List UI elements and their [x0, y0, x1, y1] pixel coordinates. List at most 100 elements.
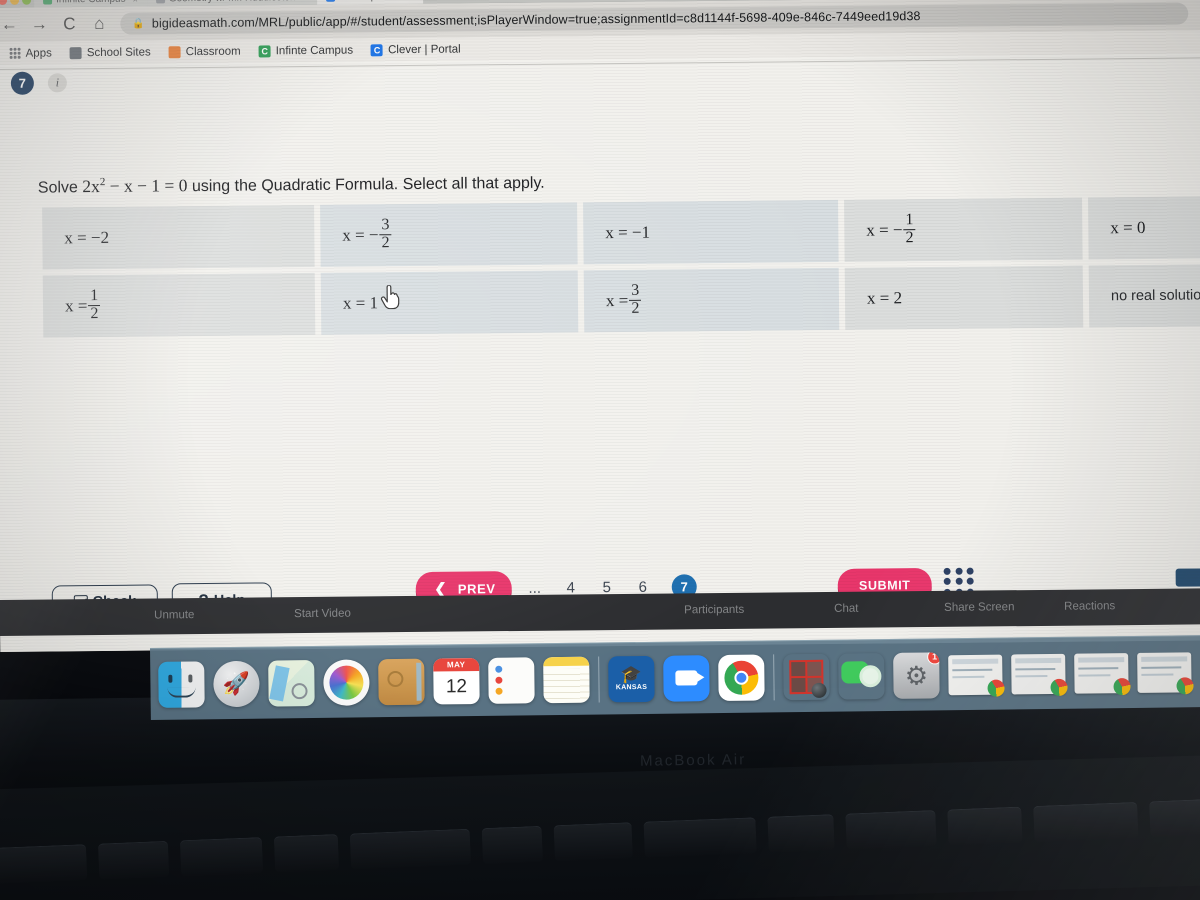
dock-icon-chrome[interactable]: [718, 653, 765, 701]
choice-label: x = 2: [866, 288, 903, 308]
dock-icon-contacts[interactable]: [378, 658, 425, 705]
dock-icon-messages[interactable]: [838, 653, 885, 700]
bookmark-classroom[interactable]: Classroom: [160, 45, 250, 58]
photo-of-laptop-screen: MacBook Air Infinite Campus × Geometry w/ …: [0, 0, 1200, 900]
dock-minimized-window[interactable]: [1011, 653, 1068, 696]
answer-choice-c5[interactable]: x = 0: [1088, 195, 1200, 260]
answer-choice-c3[interactable]: x = −1: [583, 199, 839, 265]
menu-dot: [955, 578, 963, 586]
dock-separator: [598, 656, 600, 703]
answer-choice-c8[interactable]: x = 32: [583, 267, 840, 333]
window-minimize-light[interactable]: [10, 0, 20, 5]
question-number-badge: 7: [10, 71, 34, 95]
fraction-numerator: 3: [381, 216, 390, 234]
answer-choice-c10[interactable]: no real solution: [1088, 263, 1200, 328]
menu-dot: [955, 567, 963, 575]
zoom-control-participants[interactable]: Participants: [684, 604, 744, 617]
forward-icon[interactable]: →: [24, 9, 54, 39]
dock-separator: [773, 653, 775, 700]
submit-button-label: SUBMIT: [858, 577, 911, 593]
keyboard-key: [0, 844, 88, 884]
keyboard-key: [349, 828, 472, 870]
prompt-equation-b: − x − 1 = 0: [105, 175, 188, 196]
answer-choice-c6[interactable]: x = 12: [42, 272, 316, 338]
dock-icon-launchpad[interactable]: 🚀: [213, 660, 260, 707]
choice-fraction: 32: [379, 216, 392, 252]
dock-icon-system-preferences[interactable]: ⚙ 1: [893, 651, 940, 699]
tab-close-icon[interactable]: ×: [302, 0, 307, 3]
dock-badge: 1: [927, 651, 940, 665]
prompt-equation-a: 2x: [82, 175, 100, 197]
zoom-control-unmute[interactable]: Unmute: [154, 609, 194, 621]
folder-icon: [69, 46, 82, 59]
tab-title: Geometry w/ Mr. Huddleston: [169, 0, 296, 4]
edge-widget-bar[interactable]: [1175, 568, 1200, 587]
dock-icon-notes[interactable]: [543, 656, 590, 703]
macos-dock: 🚀 MAY 12 🎓 KANSAS ⚙ 1: [150, 634, 1200, 720]
dock-icon-zoom[interactable]: [663, 654, 710, 702]
macbook-air-label: MacBook Air: [639, 751, 747, 770]
home-icon[interactable]: ⌂: [84, 9, 114, 39]
choice-label: x = −1: [605, 222, 651, 243]
info-icon[interactable]: i: [47, 73, 67, 93]
keyboard-key: [1149, 798, 1200, 838]
window-zoom-light[interactable]: [22, 0, 32, 5]
tab-favicon-icon: [325, 0, 335, 2]
choice-label: no real solution: [1110, 287, 1200, 305]
reload-icon[interactable]: C: [54, 9, 84, 39]
fraction-denominator: 2: [903, 228, 916, 247]
dock-icon-maps[interactable]: [268, 659, 315, 707]
address-bar[interactable]: 🔒 bigideasmath.com/MRL/public/app/#/stud…: [120, 2, 1189, 35]
bookmark-clever-portal[interactable]: C Clever | Portal: [362, 43, 470, 56]
keyboard-key: [553, 822, 633, 862]
bookmark-apps[interactable]: Apps: [1, 47, 61, 60]
dock-icon-photos[interactable]: [323, 658, 370, 706]
answer-choice-c1[interactable]: x = −2: [42, 204, 315, 270]
bookmark-label: Infinte Campus: [275, 44, 354, 57]
infinite-campus-icon: C: [258, 44, 271, 57]
dock-icon-calendar[interactable]: MAY 12: [433, 657, 480, 705]
dock-minimized-window[interactable]: [1137, 651, 1194, 694]
answer-choice-grid: x = −2 x = −3 2 x = −1 x = −1 2 x = 0x = 12x =…: [42, 195, 1200, 338]
tab-close-icon[interactable]: ×: [133, 0, 138, 4]
tab-title: Infinite Campus: [56, 0, 126, 5]
answer-choice-c2[interactable]: x = −3 2: [320, 202, 578, 267]
dock-icon-reminders[interactable]: [488, 656, 535, 704]
fraction-numerator: 1: [90, 287, 99, 305]
dock-minimized-window[interactable]: [1074, 652, 1131, 695]
answer-choice-c7[interactable]: x = 1: [320, 270, 579, 335]
keyboard-key: [179, 837, 264, 877]
zoom-control-share-screen[interactable]: Share Screen: [944, 601, 1014, 614]
menu-dot: [943, 567, 951, 575]
choice-lhs: x =: [605, 290, 629, 311]
zoom-control-reactions[interactable]: Reactions: [1064, 600, 1115, 612]
choice-fraction: 32: [629, 282, 642, 317]
clever-icon: C: [370, 43, 384, 56]
choice-label: x = −2: [64, 227, 110, 248]
tab-favicon-icon: [155, 0, 165, 4]
tab-favicon-icon: [43, 0, 53, 5]
classroom-icon: [168, 45, 181, 58]
window-close-light[interactable]: [0, 0, 8, 5]
zoom-control-start-video[interactable]: Start Video: [294, 608, 351, 621]
bookmark-infinte-campus[interactable]: C Infinte Campus: [250, 44, 362, 57]
keyboard-key: [845, 810, 937, 850]
dock-icon-finder[interactable]: [158, 660, 205, 708]
dock-icon-kckps[interactable]: 🎓 KANSAS: [608, 655, 655, 702]
bookmark-label: Classroom: [185, 45, 241, 58]
dock-minimized-window[interactable]: [948, 654, 1005, 697]
tab-close-icon[interactable]: ×: [409, 0, 414, 2]
choice-fraction: 12: [903, 211, 916, 247]
dock-icon-photo-booth[interactable]: [783, 653, 830, 700]
menu-dot: [966, 577, 975, 586]
answer-choice-c9[interactable]: x = 2: [844, 265, 1084, 330]
answer-choice-c4[interactable]: x = −1 2: [844, 197, 1083, 262]
fraction-denominator: 2: [629, 299, 642, 317]
zoom-control-chat[interactable]: Chat: [834, 603, 858, 615]
back-icon[interactable]: ←: [0, 10, 24, 40]
choice-label: x = 0: [1110, 217, 1146, 238]
bookmark-school-sites[interactable]: School Sites: [61, 46, 160, 59]
keyboard-key: [1033, 801, 1139, 843]
url-text: bigideasmath.com/MRL/public/app/#/studen…: [151, 9, 921, 31]
fraction-numerator: 3: [631, 282, 640, 300]
